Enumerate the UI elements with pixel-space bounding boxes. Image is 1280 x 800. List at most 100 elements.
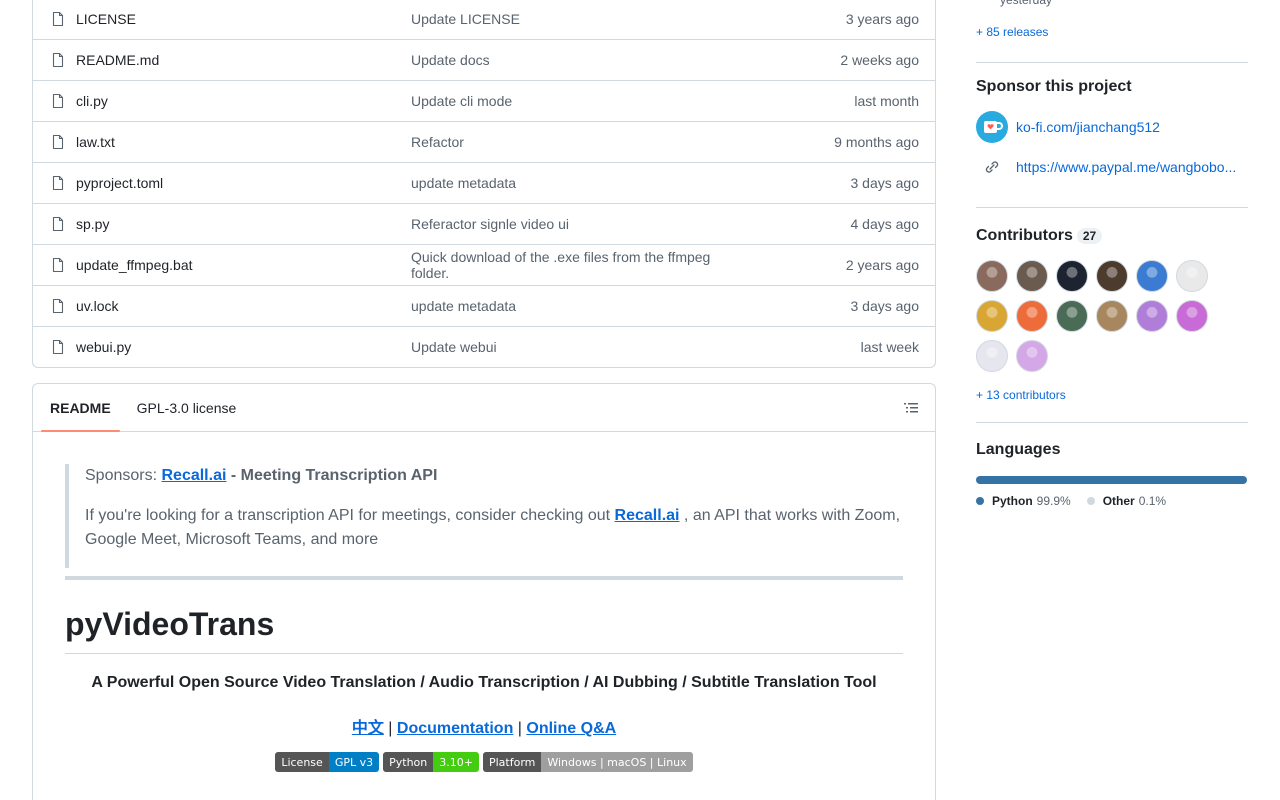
commit-age: 3 years ago [845,10,919,27]
commit-message-link[interactable]: Update docs [411,52,735,68]
contributors-count: 27 [1076,227,1103,244]
documentation-link[interactable]: Documentation [397,720,513,737]
file-icon [52,52,64,68]
table-row: uv.lock update metadata 3 days ago [33,285,935,326]
badge-label: License [275,752,329,772]
language-name: Other [1102,494,1135,508]
readme-subtitle: A Powerful Open Source Video Translation… [91,674,877,691]
file-name-link[interactable]: cli.py [76,93,411,109]
languages-heading: Languages [976,441,1061,458]
commit-message-link[interactable]: update metadata [411,175,735,191]
file-name-link[interactable]: law.txt [76,134,411,150]
table-row: update_ffmpeg.bat Quick download of the .… [33,244,935,285]
separator: | [513,720,527,737]
badge-value: GPL v3 [328,752,380,772]
file-name-link[interactable]: update_ffmpeg.bat [76,257,411,273]
link-icon [985,161,999,173]
commit-message-link[interactable]: Quick download of the .exe files from th… [411,249,735,281]
online-qa-link[interactable]: Online Q&A [526,720,616,737]
chinese-link[interactable]: 中文 [352,720,384,737]
file-name-link[interactable]: LICENSE [76,11,411,27]
commit-message-link[interactable]: Refactor [411,134,735,150]
releases-link[interactable]: + 85 releases [976,25,1048,39]
avatar[interactable] [1176,300,1208,332]
contributors-heading: Contributors 27 [976,227,1103,245]
file-name-link[interactable]: webui.py [76,339,411,355]
commit-message-link[interactable]: Update webui [411,339,735,355]
badge-label: Python [383,752,434,772]
avatar[interactable] [976,260,1008,292]
language-item[interactable]: Python 99.9% [976,494,1071,508]
avatar[interactable] [1096,300,1128,332]
badge[interactable]: License GPL v3 [275,752,380,772]
kofi-link[interactable]: ko-fi.com/jianchang512 [1016,119,1160,135]
readme-box: README GPL-3.0 license Sponsors: Recall.… [32,383,936,800]
file-icon [52,175,64,191]
badge-value: Windows | macOS | Linux [541,752,693,772]
tab-readme[interactable]: README [41,384,120,432]
commit-age: 2 years ago [845,257,919,273]
sponsor-heading: Sponsor this project [976,78,1132,95]
avatar[interactable] [1136,260,1168,292]
languages-bar [976,476,1247,484]
sponsor-blockquote: Sponsors: Recall.ai - Meeting Transcript… [65,464,903,568]
commit-message-link[interactable]: Referactor signle video ui [411,216,735,232]
release-date: yesterday [1000,0,1053,7]
commit-message-link[interactable]: update metadata [411,298,735,314]
avatar[interactable] [976,300,1008,332]
commit-age: 3 days ago [850,175,920,191]
avatar[interactable] [1176,260,1208,292]
file-icon [52,298,64,314]
readme-tabs: README GPL-3.0 license [33,384,935,432]
recall-link[interactable]: Recall.ai [161,467,226,484]
badge[interactable]: Platform Windows | macOS | Linux [482,752,693,772]
avatar[interactable] [1016,340,1048,372]
recall-link-2[interactable]: Recall.ai [615,507,680,524]
commit-age: 9 months ago [834,134,919,150]
commit-message-link[interactable]: Update LICENSE [411,11,735,27]
language-item[interactable]: Other 0.1% [1086,494,1167,508]
badges: License GPL v3 Python 3.10+ Platform Windows … [65,752,903,772]
file-name-link[interactable]: README.md [76,52,411,68]
commit-age: 2 weeks ago [840,52,919,68]
sponsor-suffix: - Meeting Transcription API [226,467,438,484]
divider [976,422,1248,423]
language-bar-segment [976,476,1247,484]
commit-age: last month [854,93,919,109]
file-name-link[interactable]: pyproject.toml [76,175,411,191]
file-name-link[interactable]: uv.lock [76,298,411,314]
paypal-link[interactable]: https://www.paypal.me/wangbobo... [1016,159,1236,175]
avatar[interactable] [1136,300,1168,332]
divider [976,62,1248,63]
language-dot [1086,497,1095,505]
sponsor-kofi: ko-fi.com/jianchang512 [976,111,1160,143]
contributor-avatars [976,260,1216,372]
avatar[interactable] [1056,300,1088,332]
divider [976,207,1248,208]
table-row: LICENSE Update LICENSE 3 years ago [33,0,935,39]
avatar[interactable] [1056,260,1088,292]
table-row: cli.py Update cli mode last month [33,80,935,121]
table-row: pyproject.toml update metadata 3 days ago [33,162,935,203]
outline-icon[interactable] [903,400,919,416]
avatar[interactable] [1016,260,1048,292]
tab-license[interactable]: GPL-3.0 license [128,384,246,432]
language-percent: 0.1% [1138,494,1167,508]
commit-age: last week [860,339,919,355]
file-icon [52,216,64,232]
commit-message-link[interactable]: Update cli mode [411,93,735,109]
avatar[interactable] [976,340,1008,372]
avatar[interactable] [1096,260,1128,292]
table-row: law.txt Refactor 9 months ago [33,121,935,162]
avatar[interactable] [1016,300,1048,332]
file-table: LICENSE Update LICENSE 3 years ago README.m… [32,0,936,368]
file-icon [52,257,64,273]
table-row: README.md Update docs 2 weeks ago [33,39,935,80]
contributors-link[interactable]: + 13 contributors [976,388,1066,402]
table-row: webui.py Update webui last week [33,326,935,367]
badge-value: 3.10+ [433,752,479,772]
badge[interactable]: Python 3.10+ [383,752,479,772]
divider [65,576,903,580]
badge-label: Platform [482,752,542,772]
file-name-link[interactable]: sp.py [76,216,411,232]
